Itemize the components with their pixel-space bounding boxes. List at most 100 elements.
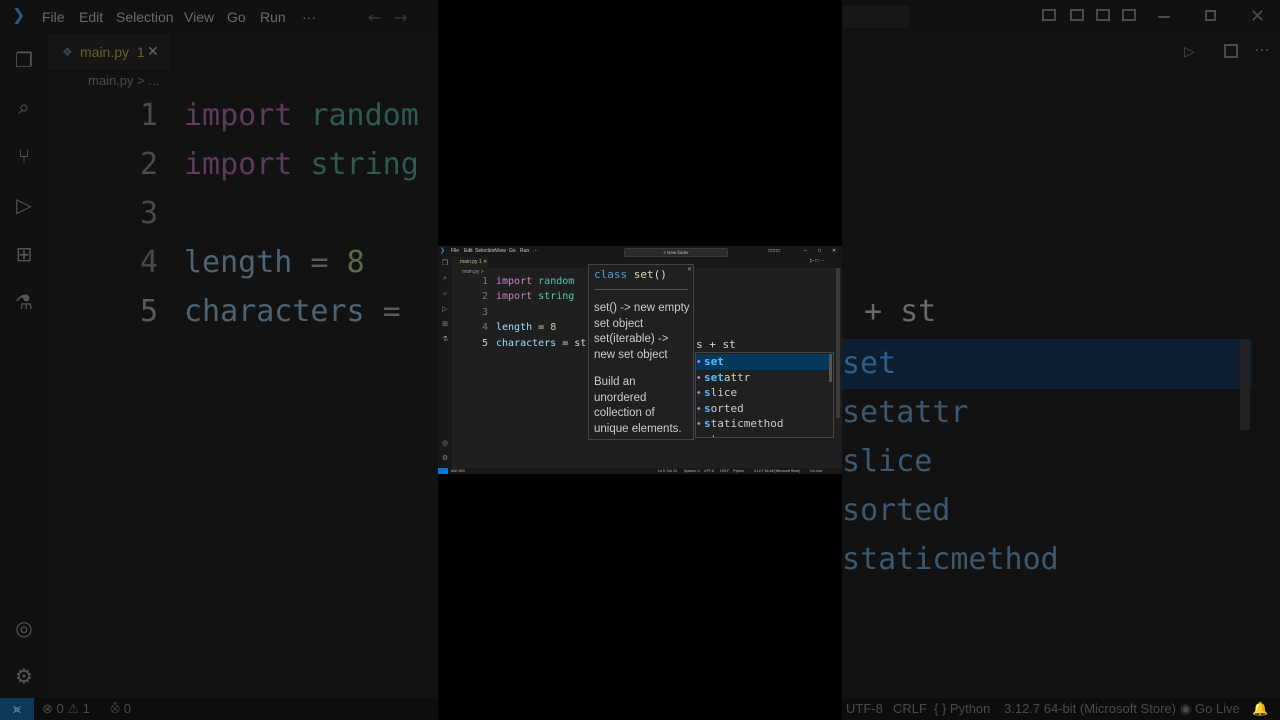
status-eol[interactable]: CRLF — [893, 698, 927, 720]
close-window-icon[interactable]: ✕ — [1250, 6, 1265, 27]
menu-view[interactable]: View — [184, 0, 214, 34]
window-extensions-icon[interactable]: ⊞ — [441, 321, 449, 329]
nav-forward-icon[interactable]: → — [394, 8, 407, 27]
customize-layout-icon[interactable] — [1122, 9, 1136, 21]
window-line-number: 1 — [481, 276, 488, 287]
window-menu-more[interactable]: ··· — [533, 247, 538, 256]
accounts-icon[interactable]: ◎ — [12, 616, 36, 640]
suggestion-item[interactable]: ◆ sorted — [696, 401, 829, 417]
menu-selection[interactable]: Selection — [116, 0, 174, 34]
status-problems[interactable]: ⊗ 0 ⚠ 1 — [42, 698, 90, 720]
window-status-interpreter[interactable]: 3.12.7 64-bit (Microsoft Store) — [754, 468, 800, 474]
window-status-bar: ⊗ 0 ⚠ 1 ⨶ 0 Ln 5, Col 23 Spaces: 4 UTF-8 CR… — [438, 468, 842, 474]
toggle-panel-icon[interactable] — [1070, 9, 1084, 21]
nav-back-icon[interactable]: ← — [368, 8, 381, 27]
window-explorer-icon[interactable]: ❐ — [441, 260, 449, 268]
window-search-input[interactable]: ⌕ New folder — [624, 248, 728, 257]
window-close-icon[interactable]: ✕ — [832, 247, 836, 256]
menu-more[interactable]: ··· — [302, 0, 316, 34]
window-status-golive[interactable]: Go Live — [810, 468, 822, 474]
command-center[interactable] — [842, 6, 910, 28]
tab-close-icon[interactable]: ✕ — [147, 44, 159, 60]
suggestion-item[interactable]: ◆ slice — [696, 385, 829, 401]
suggestion-item[interactable]: ◆ setattr — [696, 370, 829, 386]
window-line-number: 2 — [481, 291, 488, 302]
search-icon[interactable]: ⌕ — [12, 95, 36, 119]
window-search-icon[interactable]: ⌕ — [441, 275, 449, 283]
window-run-icon[interactable]: ▷ □ ⋯ — [810, 258, 825, 264]
window-gear-icon[interactable]: ⚙ — [441, 455, 449, 463]
window-breadcrumb[interactable]: main.py > — [462, 268, 484, 276]
window-status-encoding[interactable]: UTF-8 — [704, 468, 714, 474]
editor-scrollbar[interactable] — [836, 268, 840, 418]
remote-indicator-icon[interactable]: ⪤ — [0, 698, 34, 720]
run-debug-icon[interactable]: ▷ — [12, 193, 36, 217]
notifications-bell-icon[interactable]: 🔔 — [1252, 698, 1268, 720]
window-source-control-icon[interactable]: ⑂ — [441, 291, 449, 299]
hover-close-icon[interactable]: ✕ — [687, 266, 692, 273]
window-status-eol[interactable]: CRLF — [720, 468, 729, 474]
menu-run[interactable]: Run — [260, 0, 286, 34]
window-layout-icons[interactable]: □□□□ — [768, 247, 780, 256]
window-code-line[interactable]: length = 8 — [496, 322, 556, 333]
window-code-line[interactable]: import string — [496, 291, 574, 302]
suggestion-scrollbar[interactable] — [829, 354, 832, 382]
suggestion-list[interactable]: ◆ set ◆ setattr ◆ slice ◆ sorted ◆ staticmeth… — [695, 352, 834, 438]
breadcrumb[interactable]: main.py > ... — [88, 73, 159, 88]
window-menu-edit[interactable]: Edit — [464, 247, 473, 256]
window-code-line[interactable]: characters = st — [496, 338, 586, 349]
testing-icon[interactable]: ⚗ — [12, 290, 36, 314]
run-python-icon[interactable]: ▷ — [1184, 44, 1195, 60]
window-menu-selection[interactable]: Selection — [475, 247, 496, 256]
class-icon: ◆ — [697, 389, 701, 396]
menu-go[interactable]: Go — [227, 0, 246, 34]
window-menu-go[interactable]: Go — [509, 247, 516, 256]
hover-documentation: class set() ✕ set() -> new empty set obj… — [588, 264, 694, 440]
toggle-secondary-sidebar-icon[interactable] — [1096, 9, 1110, 21]
window-status-language[interactable]: Python — [733, 468, 744, 474]
window-code-line[interactable]: import random — [496, 276, 574, 287]
code-line[interactable]: characters = — [184, 294, 419, 329]
minimize-icon[interactable] — [1158, 16, 1170, 18]
extensions-icon[interactable]: ⊞ — [12, 242, 36, 266]
zoom-suggestion: sorted — [842, 493, 951, 528]
window-menu-view[interactable]: View — [495, 247, 506, 256]
typed-text: s + st — [696, 338, 736, 351]
explorer-icon[interactable]: ❐ — [12, 48, 36, 72]
manage-gear-icon[interactable]: ⚙ — [12, 664, 36, 688]
class-icon: ◆ — [697, 420, 701, 427]
window-menu-file[interactable]: File — [451, 247, 459, 256]
suggestion-item[interactable]: ◆str — [696, 432, 829, 438]
status-interpreter[interactable]: 3.12.7 64-bit (Microsoft Store) — [1004, 698, 1176, 720]
window-status-problems[interactable]: ⊗ 0 ⚠ 1 ⨶ 0 — [451, 468, 465, 474]
suggestion-item[interactable]: ◆ staticmethod — [696, 416, 829, 432]
code-line[interactable]: length = 8 — [184, 245, 365, 280]
status-encoding[interactable]: UTF-8 — [846, 698, 883, 720]
window-testing-icon[interactable]: ⚗ — [441, 336, 449, 344]
status-golive[interactable]: ◉ Go Live — [1180, 698, 1240, 720]
window-status-position[interactable]: Ln 5, Col 23 — [658, 468, 677, 474]
window-status-spaces[interactable]: Spaces: 4 — [684, 468, 700, 474]
class-icon: ◆ — [697, 358, 701, 365]
window-restore-icon[interactable]: □ — [818, 247, 821, 256]
hover-doc-description: Build an unordered collection of unique … — [594, 376, 682, 435]
window-account-icon[interactable]: ◎ — [441, 440, 449, 448]
window-line-number: 5 — [481, 338, 488, 349]
status-language[interactable]: { } Python — [934, 698, 990, 720]
suggestion-item[interactable]: ◆ set — [696, 354, 829, 370]
toggle-sidebar-icon[interactable] — [1042, 9, 1056, 21]
status-ports[interactable]: ⨶ 0 — [110, 698, 131, 720]
menu-edit[interactable]: Edit — [79, 0, 103, 34]
window-tab-main-py[interactable]: main.py 1 ✕ — [452, 257, 488, 268]
window-remote-icon[interactable] — [438, 468, 448, 474]
code-line[interactable]: import random — [184, 98, 419, 133]
code-line[interactable]: import string — [184, 147, 419, 182]
window-debug-icon[interactable]: ▷ — [441, 306, 449, 314]
restore-icon[interactable] — [1205, 10, 1216, 21]
window-menu-run[interactable]: Run — [520, 247, 529, 256]
split-editor-icon[interactable] — [1224, 44, 1238, 58]
more-actions-icon[interactable]: ⋯ — [1254, 40, 1270, 59]
window-minimize-icon[interactable]: – — [804, 247, 807, 256]
menu-file[interactable]: File — [42, 0, 65, 34]
source-control-icon[interactable]: ⑂ — [12, 144, 36, 168]
